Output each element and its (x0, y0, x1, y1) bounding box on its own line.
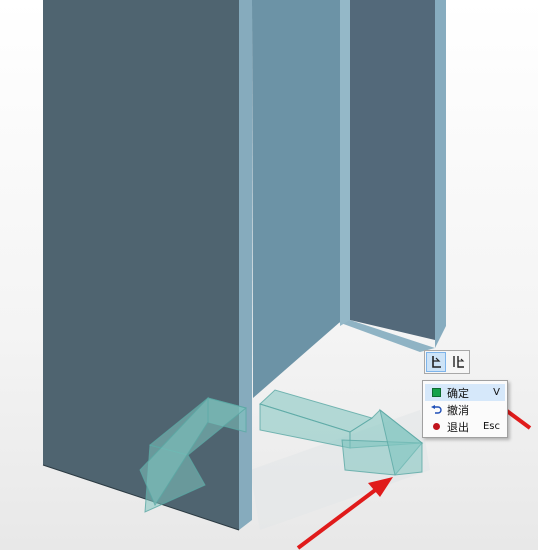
back-plate-face (350, 0, 435, 340)
corner-mode-toolbar (424, 350, 470, 374)
undo-arrow-icon (429, 403, 443, 417)
context-menu: 确定 V 撤消 退出 Esc (422, 380, 508, 438)
red-dot-icon (429, 420, 443, 434)
fillet-corner-button[interactable] (426, 352, 446, 372)
menu-item-exit-label: 退出 (447, 420, 469, 434)
front-plate-face (43, 0, 239, 530)
3d-viewport[interactable] (0, 0, 538, 550)
web-inner-face (252, 0, 340, 398)
fillet-corner-icon (432, 356, 441, 368)
green-square-icon (429, 386, 443, 400)
menu-item-confirm[interactable]: 确定 V (425, 384, 505, 401)
back-plate-edge (435, 0, 446, 348)
menu-item-exit[interactable]: 退出 Esc (425, 418, 505, 435)
mirror-corner-button[interactable] (448, 352, 468, 372)
menu-item-confirm-shortcut: V (493, 387, 500, 398)
front-plate-edge (239, 0, 252, 530)
menu-item-undo-label: 撤消 (447, 403, 469, 417)
menu-item-confirm-label: 确定 (447, 386, 469, 400)
menu-item-exit-shortcut: Esc (482, 421, 500, 432)
web-inner-edge (340, 0, 350, 326)
menu-item-undo[interactable]: 撤消 (425, 401, 505, 418)
mirror-corner-icon (453, 356, 465, 368)
